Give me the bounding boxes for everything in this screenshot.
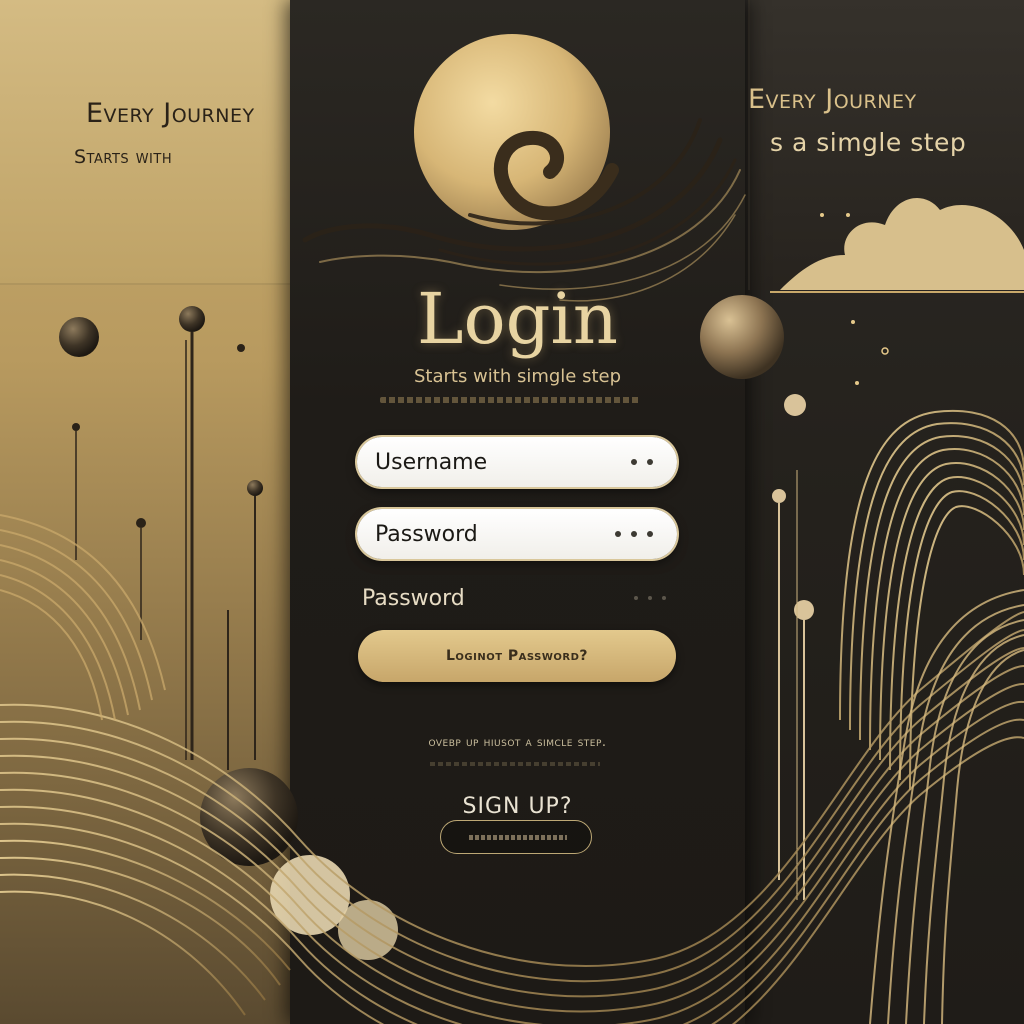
left-quote-line2: Starts with bbox=[74, 146, 173, 168]
login-subtitle: Starts with simgle step bbox=[413, 366, 622, 387]
signup-button[interactable] bbox=[440, 820, 592, 854]
password-secondary-label: Password bbox=[362, 585, 465, 611]
tagline-text: ovebp up hiusot a simcle step. bbox=[428, 735, 607, 750]
password-mask-icon bbox=[615, 531, 653, 537]
tagline-divider bbox=[430, 762, 600, 766]
username-field[interactable]: Username bbox=[357, 437, 677, 487]
ellipsis-icon bbox=[631, 459, 653, 465]
right-quote-line2: s a simgle step bbox=[770, 128, 967, 157]
left-quote-line1: Every Journey bbox=[86, 98, 255, 129]
right-quote-line1: Every Journey bbox=[748, 84, 917, 115]
signup-button-text-blur bbox=[469, 835, 567, 840]
username-placeholder: Username bbox=[375, 449, 488, 475]
password-mask-icon-secondary bbox=[634, 596, 666, 600]
password-field[interactable]: Password bbox=[357, 509, 677, 559]
login-title: Login bbox=[417, 278, 618, 360]
signup-link[interactable]: SIGN UP? bbox=[290, 794, 745, 819]
subtitle-divider bbox=[380, 397, 640, 403]
password-placeholder: Password bbox=[375, 521, 478, 547]
password-field-secondary[interactable]: Password bbox=[362, 580, 672, 616]
login-button[interactable]: Loginot Password? bbox=[358, 630, 676, 682]
left-panel-card bbox=[0, 0, 290, 285]
login-screen: Every Journey Starts with Every Journey … bbox=[0, 0, 1024, 1024]
